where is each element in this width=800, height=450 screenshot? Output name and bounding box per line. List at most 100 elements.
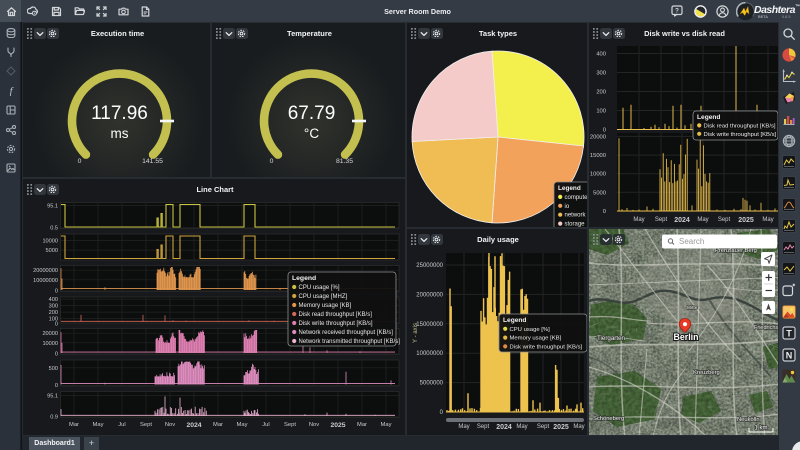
svg-text:CPU usage [%]: CPU usage [%] <box>299 285 340 291</box>
svg-text:300: 300 <box>596 71 606 77</box>
svg-text:CPU usage [MHZ]: CPU usage [MHZ] <box>299 294 348 300</box>
svg-text:May: May <box>697 217 708 223</box>
svg-text:117.96: 117.96 <box>91 103 148 124</box>
svg-text:81.35: 81.35 <box>336 158 353 165</box>
svg-text:Neukölln: Neukölln <box>737 417 760 423</box>
svg-text:400: 400 <box>596 52 606 58</box>
svg-text:Memory usage [KB]: Memory usage [KB] <box>510 336 562 342</box>
svg-text:2024: 2024 <box>674 217 690 224</box>
svg-text:5000: 5000 <box>593 190 606 196</box>
svg-text:Legend: Legend <box>292 275 316 282</box>
svg-text:Network received throughput [K: Network received throughput [KB/s] <box>299 330 394 336</box>
svg-text:200: 200 <box>596 90 606 96</box>
svg-text:0: 0 <box>55 322 58 328</box>
svg-text:Tiergarten: Tiergarten <box>597 335 626 342</box>
svg-text:5000: 5000 <box>46 248 58 254</box>
svg-text:Kreuzberg: Kreuzberg <box>693 370 720 376</box>
svg-text:Disk write throughput [KB/s]: Disk write throughput [KB/s] <box>704 132 777 138</box>
svg-text:20000000: 20000000 <box>416 292 443 298</box>
svg-text:500: 500 <box>49 366 58 372</box>
svg-text:200: 200 <box>49 310 58 316</box>
svg-text:Sept: Sept <box>477 424 490 430</box>
svg-text:2025: 2025 <box>330 422 345 429</box>
svg-text:May: May <box>93 422 104 428</box>
svg-text:May: May <box>458 424 469 430</box>
svg-text:67.79: 67.79 <box>288 103 336 124</box>
svg-text:Mar: Mar <box>69 422 79 428</box>
svg-text:0: 0 <box>603 128 606 134</box>
svg-text:10000000: 10000000 <box>416 351 443 357</box>
svg-text:May: May <box>237 422 248 428</box>
svg-text:2025: 2025 <box>553 424 569 431</box>
svg-text:May: May <box>381 422 392 428</box>
svg-text:io: io <box>565 204 570 210</box>
svg-text:10000: 10000 <box>590 172 606 178</box>
svg-text:N: N <box>786 350 793 360</box>
svg-text:Disk read throughput [KB/s]: Disk read throughput [KB/s] <box>299 312 373 318</box>
svg-text:Legend: Legend <box>558 185 581 192</box>
svg-text:10000000: 10000000 <box>33 278 58 284</box>
svg-text:2025: 2025 <box>738 217 754 224</box>
svg-text:20000: 20000 <box>590 134 606 140</box>
svg-text:Jul: Jul <box>118 422 125 428</box>
svg-text:ms: ms <box>111 126 129 141</box>
svg-text:Nov: Nov <box>165 422 175 428</box>
svg-text:2024: 2024 <box>186 422 201 429</box>
svg-text:May: May <box>516 424 527 430</box>
svg-text:compute: compute <box>565 195 589 201</box>
svg-text:Mar: Mar <box>213 422 223 428</box>
svg-text:0.9: 0.9 <box>50 415 58 421</box>
svg-text:Schöneberg: Schöneberg <box>593 416 624 422</box>
svg-text:5000000: 5000000 <box>420 381 444 387</box>
svg-text:15000: 15000 <box>590 153 606 159</box>
svg-text:0: 0 <box>55 289 58 295</box>
svg-text:0.5: 0.5 <box>50 226 58 232</box>
svg-text:Legend: Legend <box>503 317 526 324</box>
svg-text:Sept: Sept <box>284 422 296 428</box>
svg-text:95.1: 95.1 <box>47 204 58 210</box>
svg-text:0: 0 <box>55 383 58 389</box>
svg-text:?: ? <box>675 8 679 15</box>
svg-text:Nov: Nov <box>309 422 319 428</box>
svg-text:25000000: 25000000 <box>416 263 443 269</box>
svg-text:2024: 2024 <box>496 424 512 431</box>
svg-text:Memory usage [KB]: Memory usage [KB] <box>299 303 352 309</box>
svg-text:Sept: Sept <box>718 217 731 223</box>
svg-text:20000: 20000 <box>42 331 58 337</box>
svg-text:Legend: Legend <box>697 114 720 121</box>
svg-text:Network transmitted throughput: Network transmitted throughput [KB/s] <box>299 339 401 345</box>
svg-text:0: 0 <box>270 158 274 165</box>
svg-text:f: f <box>10 86 14 95</box>
svg-text:0: 0 <box>440 410 444 416</box>
svg-text:Y - axis: Y - axis <box>413 323 419 343</box>
svg-text:May: May <box>762 217 773 223</box>
svg-text:Sept: Sept <box>537 424 550 430</box>
svg-text:CPU usage [%]: CPU usage [%] <box>510 327 551 333</box>
svg-text:141.55: 141.55 <box>142 158 163 165</box>
svg-text:0: 0 <box>603 209 606 215</box>
svg-text:Disk read throughput [KB/s]: Disk read throughput [KB/s] <box>704 123 776 129</box>
svg-text:400: 400 <box>49 297 58 303</box>
svg-text:Disk write throughput [KB/s]: Disk write throughput [KB/s] <box>299 321 373 327</box>
svg-text:95.1: 95.1 <box>47 393 58 399</box>
svg-text:10000: 10000 <box>42 341 58 347</box>
svg-text:Mitte: Mitte <box>687 305 698 311</box>
svg-text:100: 100 <box>596 109 606 115</box>
svg-text:storage: storage <box>565 222 586 228</box>
svg-text:T: T <box>786 329 792 339</box>
svg-text:10000: 10000 <box>42 239 58 245</box>
svg-text:Berlin: Berlin <box>674 332 699 342</box>
svg-text:Sept: Sept <box>140 422 152 428</box>
svg-text:May: May <box>633 217 644 223</box>
svg-text:network: network <box>565 213 587 219</box>
svg-text:20000000: 20000000 <box>33 268 58 274</box>
svg-text:Jul: Jul <box>262 422 269 428</box>
svg-text:Disk write throughput [KB/s]: Disk write throughput [KB/s] <box>510 344 583 350</box>
svg-text:300: 300 <box>49 304 58 310</box>
svg-text:0: 0 <box>55 352 58 358</box>
svg-text:Sept: Sept <box>655 217 668 223</box>
svg-text:0: 0 <box>78 158 82 165</box>
svg-text:Mar: Mar <box>357 422 367 428</box>
svg-text:May: May <box>573 424 584 430</box>
svg-text:°C: °C <box>304 126 319 141</box>
